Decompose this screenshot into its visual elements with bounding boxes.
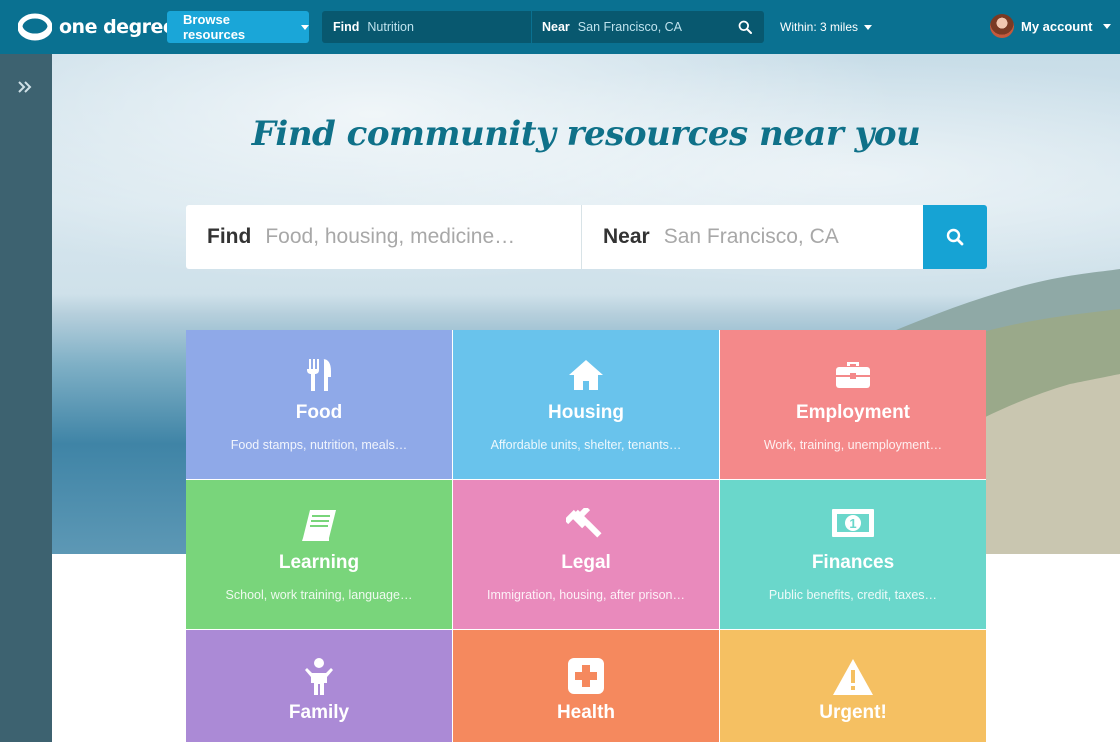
search-button[interactable] xyxy=(923,205,987,269)
browse-resources-button[interactable]: Browse resources xyxy=(167,11,309,43)
category-tile-family[interactable]: Family xyxy=(186,630,452,742)
house-icon xyxy=(453,358,719,396)
top-near-label: Near xyxy=(542,20,570,34)
gavel-icon xyxy=(453,508,719,546)
briefcase-icon xyxy=(720,358,986,396)
main-near-placeholder: San Francisco, CA xyxy=(663,225,839,248)
category-title: Legal xyxy=(561,552,611,573)
avatar xyxy=(990,14,1014,38)
category-title: Housing xyxy=(548,402,624,423)
money-icon: 1 xyxy=(720,508,986,546)
category-tile-finances[interactable]: 1 Finances Public benefits, credit, taxe… xyxy=(720,480,986,629)
category-description: School, work training, language… xyxy=(225,588,413,602)
distance-dropdown[interactable]: Within: 3 miles xyxy=(780,20,873,34)
search-icon xyxy=(946,228,964,246)
account-label: My account xyxy=(1021,18,1093,34)
category-tile-urgent[interactable]: Urgent! xyxy=(720,630,986,742)
main-find-label: Find xyxy=(207,225,252,248)
top-find-field[interactable]: Find Nutrition xyxy=(322,11,532,43)
logo-mark-icon xyxy=(18,13,52,41)
category-description: Work, training, unemployment… xyxy=(763,438,943,452)
book-icon xyxy=(186,508,452,546)
category-tile-health[interactable]: Health xyxy=(453,630,719,742)
search-icon[interactable] xyxy=(738,20,752,34)
category-tile-food[interactable]: Food Food stamps, nutrition, meals… xyxy=(186,330,452,479)
chevron-down-icon xyxy=(301,24,309,30)
top-navigation-bar: one degree Browse resources Find Nutriti… xyxy=(0,0,1120,54)
category-tile-employment[interactable]: Employment Work, training, unemployment… xyxy=(720,330,986,479)
child-icon xyxy=(186,658,452,696)
category-title: Employment xyxy=(795,402,911,423)
warning-icon xyxy=(720,658,986,696)
svg-text:1: 1 xyxy=(849,516,856,531)
category-tile-housing[interactable]: Housing Affordable units, shelter, tenan… xyxy=(453,330,719,479)
category-tile-learning[interactable]: Learning School, work training, language… xyxy=(186,480,452,629)
browse-resources-label: Browse resources xyxy=(183,12,246,42)
category-title: Family xyxy=(288,702,350,723)
top-search-bar: Find Nutrition Near San Francisco, CA xyxy=(322,11,764,43)
top-find-label: Find xyxy=(333,20,360,34)
page-title: Find community resources near you xyxy=(251,114,921,154)
category-title: Food xyxy=(295,402,343,423)
main-near-label: Near xyxy=(603,225,650,248)
category-grid: Food Food stamps, nutrition, meals… Hous… xyxy=(186,330,986,742)
category-description: Public benefits, credit, taxes… xyxy=(768,588,938,602)
main-search-form: Find Food, housing, medicine… Near San F… xyxy=(186,205,987,269)
main-find-field[interactable]: Find Food, housing, medicine… xyxy=(186,205,582,269)
category-tile-legal[interactable]: Legal Immigration, housing, after prison… xyxy=(453,480,719,629)
chevron-down-icon xyxy=(864,24,873,30)
category-title: Urgent! xyxy=(819,702,887,723)
main-find-placeholder: Food, housing, medicine… xyxy=(265,225,516,248)
category-title: Health xyxy=(556,702,616,723)
chevron-down-icon xyxy=(1102,23,1111,29)
main-near-field[interactable]: Near San Francisco, CA xyxy=(582,205,923,269)
fork-knife-icon xyxy=(186,358,452,396)
distance-label: Within: 3 miles xyxy=(780,20,859,34)
top-find-value: Nutrition xyxy=(367,20,414,34)
category-description: Affordable units, shelter, tenants… xyxy=(490,438,682,452)
brand-logo[interactable]: one degree xyxy=(18,13,176,41)
top-near-value: San Francisco, CA xyxy=(577,20,683,34)
top-near-field[interactable]: Near San Francisco, CA xyxy=(532,11,764,43)
medical-cross-icon xyxy=(453,658,719,696)
category-description: Food stamps, nutrition, meals… xyxy=(230,438,408,452)
sidebar xyxy=(0,54,52,742)
category-title: Finances xyxy=(811,552,895,573)
category-title: Learning xyxy=(278,552,360,573)
category-description: Immigration, housing, after prison… xyxy=(486,588,685,602)
brand-name: one degree xyxy=(59,16,176,38)
account-menu[interactable]: My account xyxy=(990,14,1111,38)
double-chevron-right-icon[interactable] xyxy=(17,80,33,94)
